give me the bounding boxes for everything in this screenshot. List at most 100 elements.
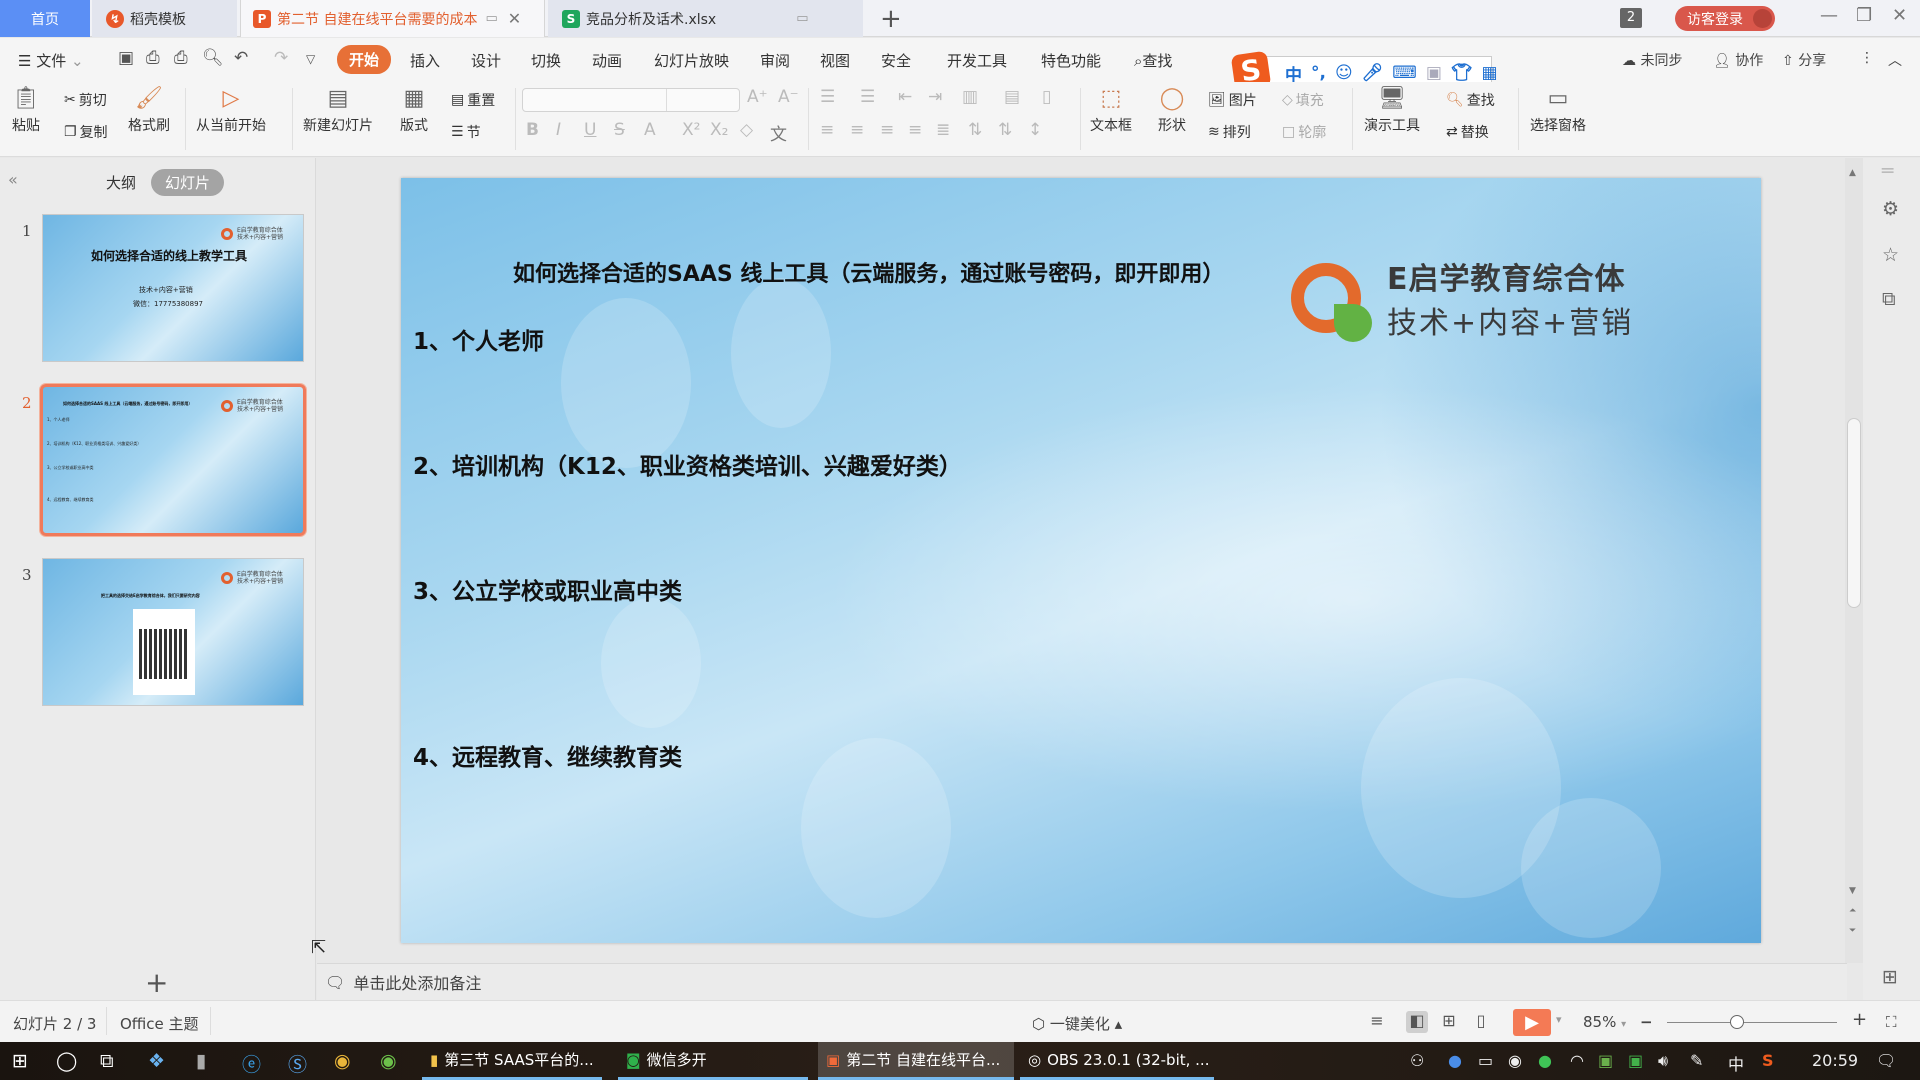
- menu-search[interactable]: ⌕查找: [1134, 50, 1172, 71]
- justify-icon[interactable]: ≡: [908, 120, 922, 140]
- skin-icon[interactable]: 👕︎: [1451, 63, 1473, 83]
- arrange-button[interactable]: ≋ 排列: [1208, 122, 1251, 142]
- sogou-browser-icon[interactable]: Ⓢ: [288, 1050, 307, 1077]
- ime-indicator[interactable]: 中: [1728, 1051, 1744, 1075]
- transition-icon[interactable]: ⧉: [1882, 288, 1896, 310]
- font-color-icon[interactable]: A: [644, 120, 656, 140]
- align-right-icon[interactable]: ≡: [880, 120, 894, 140]
- wifi-icon[interactable]: ◠: [1570, 1051, 1584, 1070]
- present-tools-button[interactable]: 🖥︎ 演示工具: [1364, 86, 1420, 135]
- slide-title[interactable]: 如何选择合适的SAAS 线上工具（云端服务，通过账号密码，即开即用）: [513, 256, 1224, 288]
- line-spacing-up-icon[interactable]: ⇅: [968, 120, 982, 140]
- line-spacing-down-icon[interactable]: ⇅: [998, 120, 1012, 140]
- menu-tab-developer[interactable]: 开发工具: [947, 50, 1007, 71]
- menu-tab-security[interactable]: 安全: [881, 50, 911, 71]
- underline-icon[interactable]: U: [584, 120, 596, 140]
- monitor-icon[interactable]: ▭: [796, 11, 808, 26]
- play-from-current-button[interactable]: ▷ 从当前开始: [196, 86, 266, 135]
- increase-indent-icon[interactable]: ⇥: [928, 87, 942, 107]
- menu-tab-review[interactable]: 审阅: [760, 50, 790, 71]
- paste-button[interactable]: 📋︎ 粘贴: [12, 86, 40, 135]
- pen-icon[interactable]: ✎: [1690, 1051, 1703, 1070]
- textbox-button[interactable]: ⬚ 文本框: [1090, 86, 1132, 135]
- taskbar-app-obs[interactable]: ◎ OBS 23.0.1 (32-bit, ...: [1020, 1042, 1214, 1080]
- distribute-icon[interactable]: ≣: [936, 120, 950, 140]
- close-window-button[interactable]: ✕: [1892, 5, 1907, 26]
- tab-spreadsheet[interactable]: S 竞品分析及话术.xlsx ▭: [548, 0, 863, 37]
- zoom-in-button[interactable]: +: [1852, 1009, 1867, 1030]
- bullet-list-icon[interactable]: ☰: [820, 87, 835, 107]
- usb-icon[interactable]: ▮: [196, 1050, 206, 1072]
- zoom-slider-handle[interactable]: [1730, 1015, 1744, 1029]
- italic-icon[interactable]: I: [556, 120, 561, 140]
- slide-thumbnail-1[interactable]: E启学教育综合体 技术+内容+营销 如何选择合适的线上教学工具 技术+内容+营销 …: [42, 214, 304, 362]
- vertical-align-icon[interactable]: ▯: [1042, 87, 1051, 107]
- ime-punct-toggle[interactable]: °,: [1311, 63, 1326, 83]
- replace-button[interactable]: ⇄ 替换: [1446, 122, 1489, 142]
- tab-slides[interactable]: 幻灯片: [151, 169, 225, 196]
- scroll-thumb[interactable]: [1847, 418, 1861, 608]
- play-options-icon[interactable]: ▾: [1556, 1013, 1562, 1026]
- wechat-multi-icon[interactable]: ▣: [1628, 1051, 1643, 1070]
- new-tab-button[interactable]: +: [880, 4, 902, 34]
- line-spacing-icon[interactable]: ↕: [1028, 120, 1042, 140]
- decrease-font-icon[interactable]: A⁻: [778, 87, 799, 107]
- copy-button[interactable]: ❐ 复制: [64, 122, 108, 142]
- properties-icon[interactable]: ⚙: [1882, 198, 1899, 220]
- guest-login-button[interactable]: 访客登录: [1675, 6, 1775, 31]
- taskbar-app-folder[interactable]: ▮ 第三节 SAAS平台的...: [422, 1042, 602, 1080]
- find-button[interactable]: 🔍︎ 查找: [1446, 90, 1495, 110]
- scroll-down-icon[interactable]: ▼: [1849, 886, 1856, 896]
- collapse-panel-icon[interactable]: «: [8, 170, 18, 189]
- app-icon[interactable]: ❖: [148, 1050, 165, 1072]
- menu-tab-slideshow[interactable]: 幻灯片放映: [654, 50, 729, 71]
- monitor-icon[interactable]: ▭: [485, 11, 497, 26]
- menu-tab-start[interactable]: 开始: [337, 45, 392, 74]
- volume-icon[interactable]: 🔊︎: [1658, 1051, 1668, 1071]
- redo-icon[interactable]: ↷: [274, 48, 288, 68]
- picture-button[interactable]: 🖼︎ 图片: [1208, 90, 1257, 110]
- bold-icon[interactable]: B: [526, 120, 539, 140]
- taskbar-app-wps[interactable]: ▣ 第二节 自建在线平台...: [818, 1042, 1014, 1080]
- increase-font-icon[interactable]: A⁺: [747, 87, 768, 107]
- taskbar-app-wechat[interactable]: ◙ 微信多开: [618, 1042, 808, 1080]
- collapse-ribbon-icon[interactable]: ︿: [1888, 50, 1902, 70]
- tab-outline[interactable]: 大纲: [106, 172, 136, 193]
- section-button[interactable]: ☰ 节: [451, 122, 481, 142]
- sync-status[interactable]: ☁ 未同步: [1622, 50, 1682, 70]
- outline-button[interactable]: □ 轮廓: [1282, 122, 1326, 142]
- collaborate-button[interactable]: 👤︎ 协作: [1713, 50, 1763, 70]
- account-icon[interactable]: ▣: [1426, 63, 1442, 83]
- font-family-select[interactable]: [522, 88, 740, 112]
- toolbox-icon[interactable]: ▦: [1482, 63, 1498, 83]
- slide-thumbnail-2[interactable]: E启学教育综合体 技术+内容+营销 如何选择合适的SAAS 线上工具（云端服务，通…: [40, 384, 306, 536]
- keyboard-icon[interactable]: ⌨: [1392, 63, 1417, 83]
- battery-icon[interactable]: ▭: [1478, 1051, 1493, 1070]
- add-slide-button[interactable]: +: [145, 966, 168, 999]
- tab-daoke-templates[interactable]: ↯ 稻壳模板: [92, 0, 237, 37]
- action-center-icon[interactable]: 🗨︎: [1876, 1051, 1896, 1070]
- zoom-slider[interactable]: [1667, 1022, 1837, 1023]
- start-button[interactable]: ⊞: [12, 1050, 28, 1072]
- phonetic-icon[interactable]: 文: [770, 120, 787, 145]
- minimize-button[interactable]: —: [1820, 5, 1838, 26]
- more-options-icon[interactable]: ⋮: [1860, 50, 1874, 66]
- window-count-badge[interactable]: 2: [1620, 8, 1642, 28]
- fit-window-icon[interactable]: ⛶: [1886, 1013, 1897, 1031]
- print-icon[interactable]: ⎙: [174, 48, 188, 68]
- animation-star-icon[interactable]: ☆: [1882, 244, 1899, 266]
- preview-icon[interactable]: 🔍︎: [202, 48, 224, 68]
- restore-button[interactable]: ❐: [1856, 5, 1872, 26]
- wechat-tray-icon[interactable]: ●: [1538, 1051, 1552, 1070]
- obs-tray-icon[interactable]: ◉: [1508, 1051, 1522, 1070]
- prev-slide-icon[interactable]: ⏶: [1849, 906, 1856, 916]
- menu-tab-features[interactable]: 特色功能: [1041, 50, 1101, 71]
- beautify-button[interactable]: ⬡ 一键美化 ▴: [1032, 1013, 1122, 1034]
- emoji-icon[interactable]: ☺: [1335, 63, 1353, 83]
- text-direction-icon[interactable]: ▤: [1004, 87, 1020, 107]
- strikethrough-icon[interactable]: S: [614, 120, 625, 140]
- file-menu[interactable]: ☰ 文件 ⌄: [18, 50, 84, 71]
- sorter-view-icon[interactable]: ⊞: [1438, 1011, 1460, 1033]
- notes-view-icon[interactable]: ≡: [1366, 1011, 1388, 1033]
- next-slide-icon[interactable]: ⏷: [1849, 926, 1856, 936]
